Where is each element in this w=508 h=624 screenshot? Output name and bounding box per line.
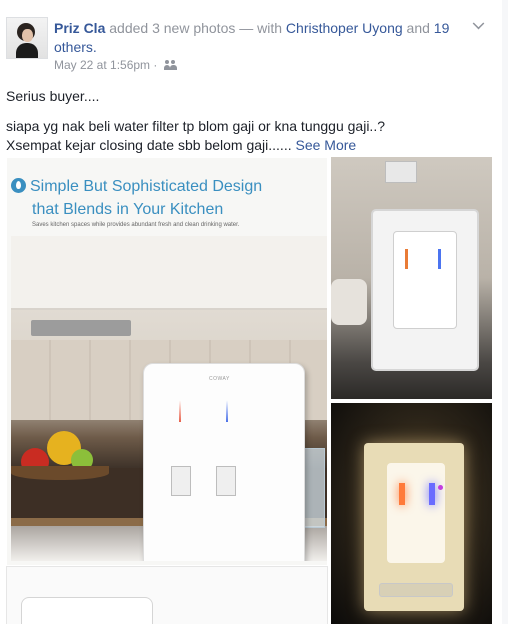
- post-header: Priz Cla added 3 new photos — with Chris…: [54, 19, 474, 57]
- friends-icon[interactable]: [163, 60, 178, 70]
- avatar[interactable]: [6, 17, 48, 59]
- cold-indicator: [429, 483, 435, 505]
- feed-post: Priz Cla added 3 new photos — with Chris…: [0, 0, 503, 624]
- tagged-person-link[interactable]: Christhoper Uyong: [286, 20, 403, 36]
- water-dispenser: COWAY: [143, 363, 305, 561]
- drip-tray: [379, 583, 453, 597]
- dispenser-brand: COWAY: [209, 376, 230, 382]
- rice-cooker: [331, 279, 367, 325]
- post-text-line: Xsempat kejar closing date sbb belom gaj…: [6, 136, 486, 155]
- and-text: and: [406, 20, 430, 36]
- water-dispenser: [387, 463, 445, 563]
- ad-headline: Simple But Sophisticated Design: [11, 176, 262, 197]
- post-text-line: Serius buyer....: [6, 88, 100, 104]
- hot-tap: [171, 466, 191, 496]
- post-timestamp[interactable]: May 22 at 1:56pm: [54, 58, 150, 72]
- cold-indicator: [226, 400, 228, 422]
- ad-tagline: Saves kitchen spaces while provides abun…: [32, 222, 240, 228]
- range-hood: [31, 320, 131, 336]
- photo-grid: Simple But Sophisticated Design that Ble…: [6, 157, 492, 624]
- post-meta: May 22 at 1:56pm ·: [54, 58, 178, 72]
- page-edge: [502, 0, 508, 624]
- post-text-line3: Xsempat kejar closing date sbb belom gaj…: [6, 137, 292, 153]
- avatar-body: [16, 43, 38, 58]
- dispenser-thumbnail: [21, 597, 153, 624]
- avatar-face: [22, 29, 33, 42]
- meta-separator: ·: [153, 58, 158, 72]
- post-body: Serius buyer.... siapa yg nak beli water…: [6, 87, 486, 155]
- photo-main-lower[interactable]: [6, 566, 328, 624]
- photo-installed-night[interactable]: [331, 403, 492, 624]
- kitchen-scene: COWAY: [11, 236, 327, 561]
- photo-installed-day[interactable]: [331, 157, 492, 399]
- cold-indicator: [438, 249, 441, 269]
- water-drop-icon: [11, 178, 26, 193]
- chevron-down-icon[interactable]: [472, 17, 485, 30]
- author-name[interactable]: Priz Cla: [54, 20, 105, 36]
- hot-indicator: [179, 400, 181, 422]
- ad-subheadline: that Blends in Your Kitchen: [32, 201, 224, 218]
- post-text-line: siapa yg nak beli water filter tp blom g…: [6, 118, 385, 134]
- hot-indicator: [405, 249, 408, 269]
- status-led: [438, 485, 443, 490]
- photo-main[interactable]: Simple But Sophisticated Design that Ble…: [6, 157, 328, 566]
- fruit-bowl: [11, 466, 109, 480]
- kitchen-cabinet: [11, 236, 327, 310]
- hot-indicator: [399, 483, 405, 505]
- water-dispenser: [393, 231, 457, 329]
- post-action-text: added 3 new photos — with: [109, 20, 283, 36]
- cold-tap: [216, 466, 236, 496]
- ad-headline-text: Simple But Sophisticated Design: [30, 178, 263, 195]
- see-more-link[interactable]: See More: [295, 137, 356, 153]
- power-outlet: [385, 161, 417, 183]
